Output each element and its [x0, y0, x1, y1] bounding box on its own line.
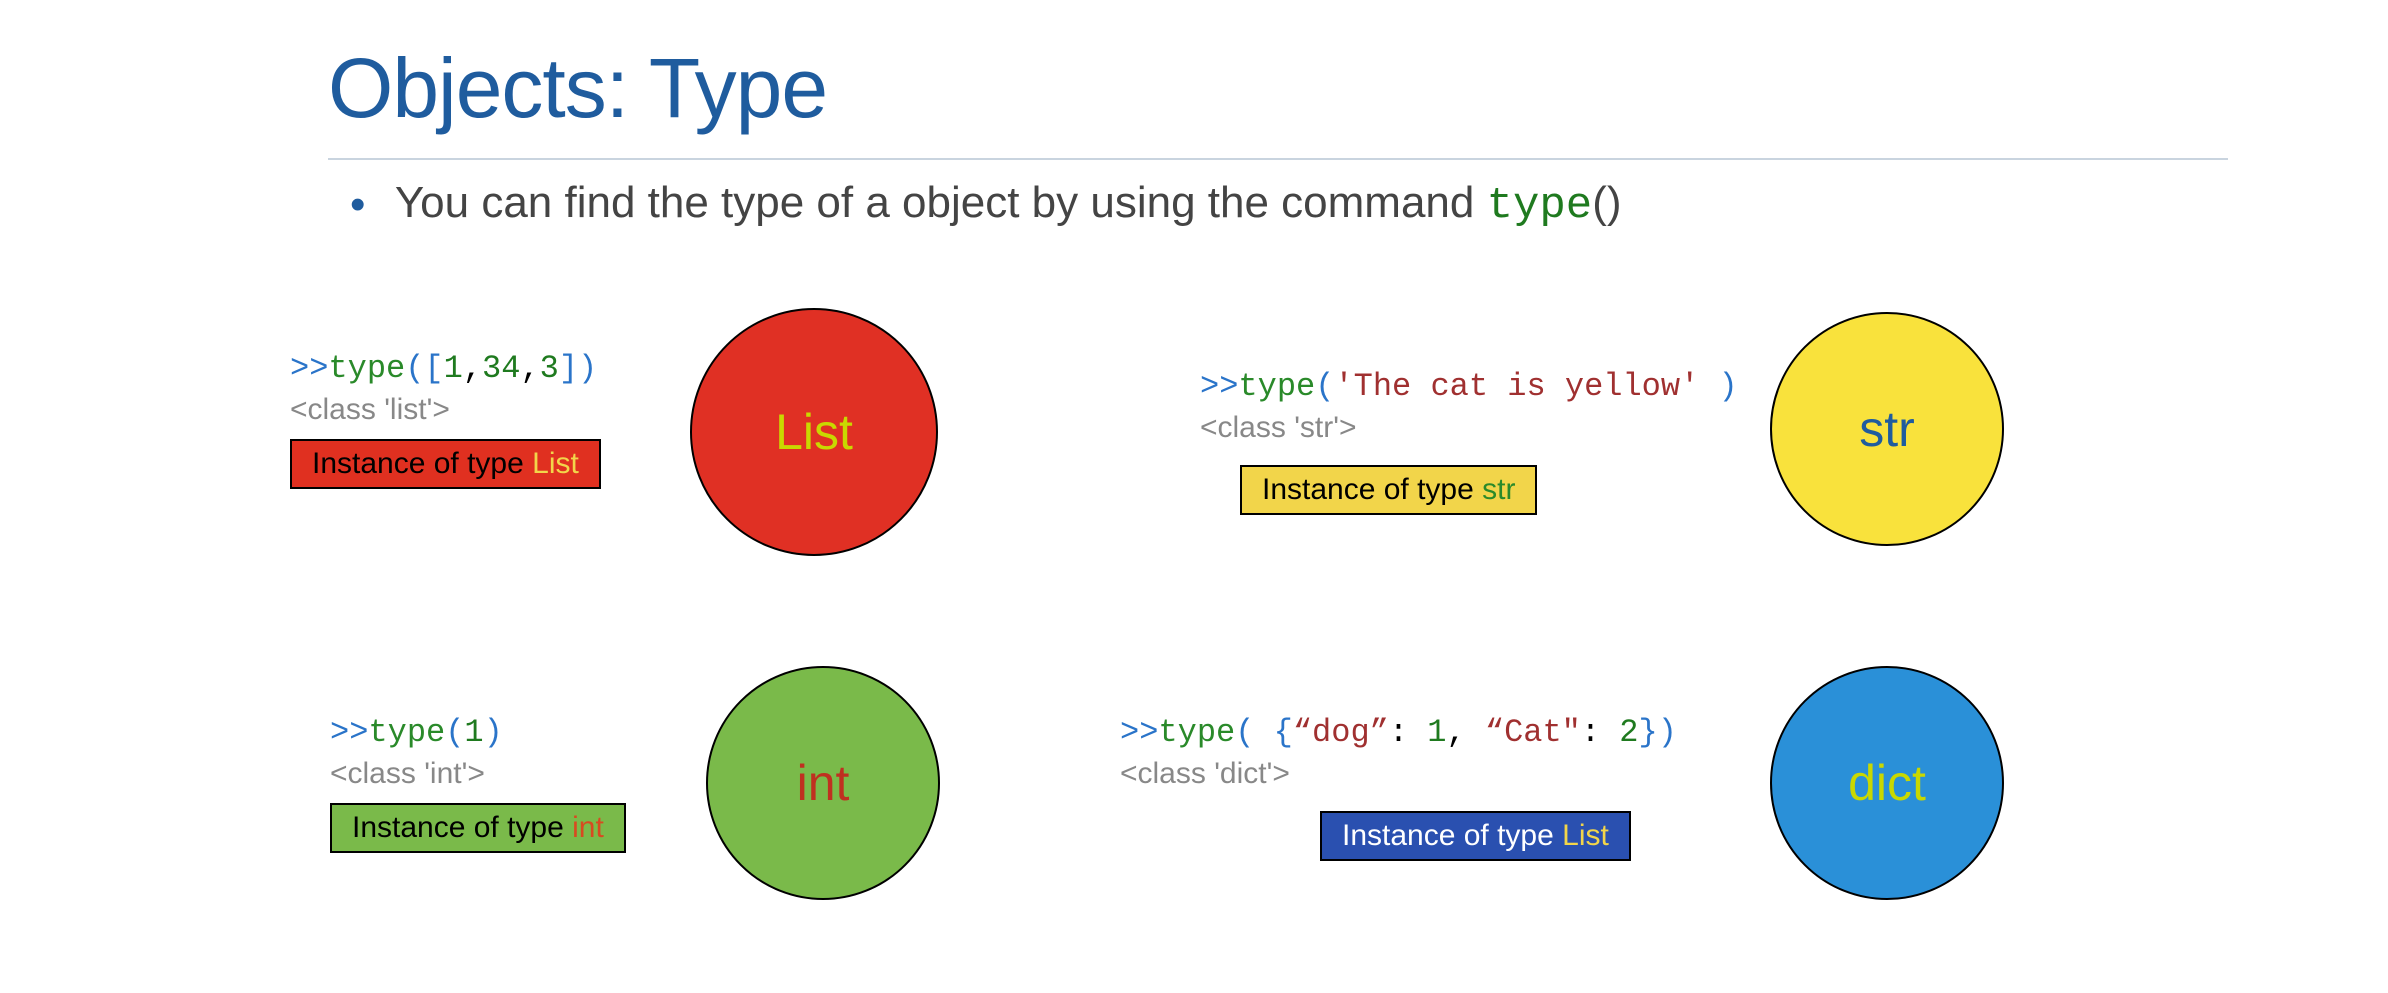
arg: 'The cat is yellow' [1334, 368, 1699, 405]
list-instance-box: Instance of type List [290, 439, 601, 489]
arg: 1 [464, 714, 483, 751]
func: type [368, 714, 445, 751]
int-result: <class 'int'> [330, 757, 626, 791]
func: type [1238, 368, 1315, 405]
open: ([ [405, 350, 443, 387]
open: ( [1315, 368, 1334, 405]
slide-title: Objects: Type [328, 40, 827, 137]
example-str: >>type('The cat is yellow' ) <class 'str… [1200, 368, 1738, 515]
dict-result: <class 'dict'> [1120, 757, 1677, 791]
arg-b: 34 [482, 350, 520, 387]
str-result: <class 'str'> [1200, 411, 1738, 445]
comma: , [1446, 714, 1484, 751]
prompt: >> [330, 714, 368, 751]
bullet-text: You can find the type of a object by usi… [395, 178, 1622, 227]
bullet-prefix: You can find the type of a object by usi… [395, 178, 1487, 227]
instance-pre: Instance of type [1262, 473, 1482, 506]
bullet-code: type [1487, 181, 1593, 231]
func: type [328, 350, 405, 387]
str-instance-box: Instance of type str [1240, 465, 1537, 515]
bullet-suffix: () [1592, 178, 1621, 227]
dict-instance-box: Instance of type List [1320, 811, 1631, 861]
comma1: , [463, 350, 482, 387]
v1: 1 [1427, 714, 1446, 751]
arg-a: 1 [444, 350, 463, 387]
str-circle: str [1770, 312, 2004, 546]
close: ) [1699, 368, 1737, 405]
func: type [1158, 714, 1235, 751]
instance-hl: int [572, 811, 604, 844]
open: ( [445, 714, 464, 751]
list-circle-label: List [775, 403, 853, 461]
close: ) [484, 714, 503, 751]
int-instance-box: Instance of type int [330, 803, 626, 853]
colon1: : [1389, 714, 1427, 751]
int-circle-label: int [797, 754, 850, 812]
arg-c: 3 [540, 350, 559, 387]
instance-hl: str [1482, 473, 1515, 506]
example-list: >>type([1,34,3]) <class 'list'> Instance… [290, 350, 601, 489]
prompt: >> [1200, 368, 1238, 405]
instance-hl: List [1562, 819, 1609, 852]
instance-pre: Instance of type [352, 811, 572, 844]
str-code: >>type('The cat is yellow' ) [1200, 368, 1738, 405]
example-dict: >>type( {“dog”: 1, “Cat": 2}) <class 'di… [1120, 714, 1677, 861]
dict-circle: dict [1770, 666, 2004, 900]
prompt: >> [1120, 714, 1158, 751]
close: }) [1638, 714, 1676, 751]
example-int: >>type(1) <class 'int'> Instance of type… [330, 714, 626, 853]
instance-pre: Instance of type [312, 447, 532, 480]
instance-hl: List [532, 447, 579, 480]
k1: “dog” [1293, 714, 1389, 751]
dict-circle-label: dict [1848, 754, 1926, 812]
dict-code: >>type( {“dog”: 1, “Cat": 2}) [1120, 714, 1677, 751]
list-result: <class 'list'> [290, 393, 601, 427]
k2: “Cat" [1485, 714, 1581, 751]
instance-pre: Instance of type [1342, 819, 1562, 852]
open: ( { [1235, 714, 1293, 751]
list-code: >>type([1,34,3]) [290, 350, 601, 387]
int-circle: int [706, 666, 940, 900]
str-circle-label: str [1859, 400, 1915, 458]
comma2: , [520, 350, 539, 387]
close: ]) [559, 350, 597, 387]
list-circle: List [690, 308, 938, 556]
title-underline [328, 158, 2228, 160]
v2: 2 [1619, 714, 1638, 751]
int-code: >>type(1) [330, 714, 626, 751]
bullet: • You can find the type of a object by u… [350, 178, 1622, 231]
prompt: >> [290, 350, 328, 387]
slide: Objects: Type • You can find the type of… [0, 0, 2388, 993]
bullet-dot: • [350, 180, 365, 230]
colon2: : [1581, 714, 1619, 751]
